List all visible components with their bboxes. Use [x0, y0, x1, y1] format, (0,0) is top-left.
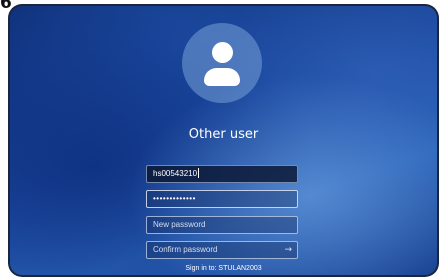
username-value: hs00543210: [153, 169, 198, 178]
new-password-input[interactable]: New password: [146, 216, 298, 234]
password-input[interactable]: •••••••••••••: [146, 190, 298, 208]
avatar-body: [204, 68, 240, 86]
password-mask: •••••••••••••: [153, 194, 196, 203]
corner-label: 6: [0, 0, 12, 13]
username-input[interactable]: hs00543210: [146, 165, 298, 183]
login-screen: Other user hs00543210 ••••••••••••• New …: [8, 4, 439, 277]
confirm-password-input[interactable]: Confirm password →: [146, 241, 298, 259]
user-name-title: Other user: [188, 127, 259, 142]
arrow-right-icon[interactable]: →: [284, 242, 292, 258]
user-avatar-icon: [182, 23, 262, 103]
confirm-password-placeholder: Confirm password: [153, 245, 218, 254]
sign-in-to-text: Sign in to: STULAN2003: [185, 265, 262, 272]
avatar-head: [212, 42, 233, 63]
text-cursor: [198, 168, 200, 178]
new-password-placeholder: New password: [153, 220, 206, 229]
